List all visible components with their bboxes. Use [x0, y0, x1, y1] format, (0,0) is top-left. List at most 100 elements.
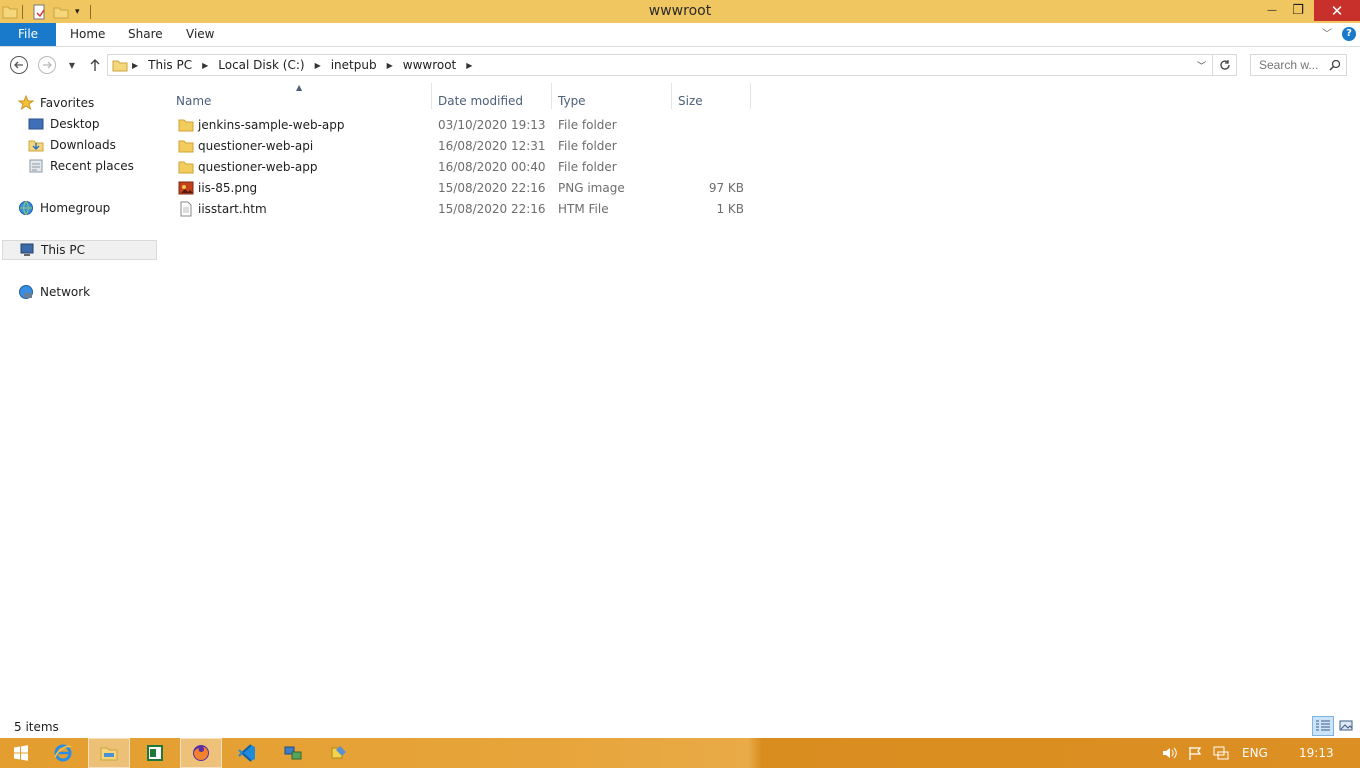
tab-file[interactable]: File [0, 23, 56, 46]
breadcrumb-separator-icon[interactable]: ▶ [462, 61, 476, 70]
nav-favorites-label: Favorites [40, 96, 95, 110]
file-type: File folder [558, 160, 617, 174]
start-button[interactable] [0, 738, 42, 768]
taskbar-file-explorer[interactable] [88, 738, 130, 768]
taskbar-vscode[interactable] [226, 738, 268, 768]
file-row[interactable]: jenkins-sample-web-app 03/10/2020 19:13 … [174, 115, 754, 136]
nav-recent-places[interactable]: Recent places [28, 156, 134, 176]
navigation-pane: Favorites Desktop Downloads Recent place… [0, 83, 158, 715]
taskbar-app[interactable] [318, 738, 360, 768]
file-date: 15/08/2020 22:16 [438, 202, 546, 216]
input-language[interactable]: ENG [1242, 738, 1268, 768]
file-date: 15/08/2020 22:16 [438, 181, 546, 195]
nav-downloads[interactable]: Downloads [28, 135, 116, 155]
file-type: File folder [558, 139, 617, 153]
file-row[interactable]: iis-85.png 15/08/2020 22:16 PNG image 97… [174, 178, 754, 199]
taskbar-excel[interactable] [134, 738, 176, 768]
file-row[interactable]: iisstart.htm 15/08/2020 22:16 HTM File 1… [174, 199, 754, 220]
expand-ribbon-icon[interactable]: ﹀ [1322, 23, 1332, 46]
folder-icon [178, 161, 194, 174]
search-icon[interactable] [1329, 59, 1341, 71]
action-center-flag-icon[interactable] [1188, 738, 1202, 768]
large-icons-view-button[interactable] [1336, 716, 1356, 736]
details-view-button[interactable] [1312, 716, 1334, 736]
column-header-size[interactable]: Size [678, 89, 703, 111]
search-input[interactable] [1259, 58, 1329, 72]
desktop-icon [28, 116, 44, 132]
close-button[interactable]: ✕ [1314, 0, 1360, 21]
details-view-icon [1316, 720, 1330, 731]
nav-desktop-label: Desktop [50, 117, 100, 131]
recent-locations-chevron-icon[interactable]: ▼ [61, 55, 83, 75]
tab-home[interactable]: Home [70, 23, 105, 46]
column-header-date[interactable]: Date modified [438, 89, 523, 111]
breadcrumb-separator-icon[interactable]: ▶ [383, 61, 397, 70]
file-row[interactable]: questioner-web-app 16/08/2020 00:40 File… [174, 157, 754, 178]
image-file-icon [178, 181, 194, 195]
column-header-name[interactable]: Name [176, 89, 211, 111]
code-editor-icon [238, 744, 255, 762]
column-divider[interactable] [551, 83, 552, 109]
nav-favorites[interactable]: Favorites [18, 93, 94, 113]
forward-button[interactable] [36, 55, 58, 75]
network-status-icon[interactable] [1213, 738, 1229, 768]
file-list: ▲ Name Date modified Type Size jenkins-s… [158, 83, 1360, 715]
breadcrumb-inetpub[interactable]: inetpub [325, 58, 383, 72]
address-bar[interactable]: ▶ This PC ▶ Local Disk (C:) ▶ inetpub ▶ … [107, 54, 1213, 76]
document-file-icon [180, 201, 192, 217]
tab-view[interactable]: View [186, 23, 214, 46]
nav-downloads-label: Downloads [50, 138, 116, 152]
file-name: iisstart.htm [198, 202, 267, 216]
breadcrumb-separator-icon[interactable]: ▶ [311, 61, 325, 70]
search-box[interactable] [1250, 54, 1347, 76]
recent-places-icon [28, 158, 44, 174]
nav-desktop[interactable]: Desktop [28, 114, 100, 134]
file-size: 1 KB [716, 202, 744, 216]
file-name: iis-85.png [198, 181, 258, 195]
minimize-icon: — [1267, 5, 1277, 16]
file-type: File folder [558, 118, 617, 132]
breadcrumb-this-pc[interactable]: This PC [142, 58, 198, 72]
ribbon: File Home Share View ﹀ ? [0, 23, 1360, 47]
nav-this-pc[interactable]: This PC [2, 240, 157, 260]
nav-network[interactable]: Network [18, 282, 90, 302]
restore-button[interactable]: ❐ [1285, 0, 1311, 21]
refresh-icon [1219, 60, 1230, 70]
computer-icon [19, 242, 35, 258]
volume-icon[interactable] [1162, 738, 1178, 768]
column-header-type[interactable]: Type [558, 89, 586, 111]
breadcrumb-local-disk[interactable]: Local Disk (C:) [212, 58, 310, 72]
nav-recent-places-label: Recent places [50, 159, 134, 173]
back-button[interactable] [8, 55, 30, 75]
up-button[interactable] [84, 55, 106, 75]
folder-location-icon [112, 60, 128, 72]
windows-logo-icon [14, 745, 28, 761]
refresh-button[interactable] [1213, 54, 1237, 76]
downloads-icon [28, 137, 44, 153]
file-type: HTM File [558, 202, 609, 216]
restore-icon: ❐ [1292, 3, 1304, 18]
breadcrumb-separator-icon[interactable]: ▶ [128, 61, 142, 70]
taskbar-internet-explorer[interactable] [42, 738, 84, 768]
folder-icon [178, 119, 194, 132]
breadcrumb-separator-icon[interactable]: ▶ [198, 61, 212, 70]
file-date: 16/08/2020 12:31 [438, 139, 546, 153]
minimize-button[interactable]: — [1260, 0, 1284, 21]
file-row[interactable]: questioner-web-api 16/08/2020 12:31 File… [174, 136, 754, 157]
address-dropdown-icon[interactable]: ﹀ [1197, 59, 1206, 72]
nav-homegroup-label: Homegroup [40, 201, 111, 215]
taskbar-firefox[interactable] [180, 738, 222, 768]
column-divider[interactable] [431, 83, 432, 109]
nav-homegroup[interactable]: Homegroup [18, 198, 110, 218]
column-divider[interactable] [750, 83, 751, 109]
folder-icon [178, 140, 194, 153]
file-date: 16/08/2020 00:40 [438, 160, 546, 174]
back-arrow-icon [10, 56, 28, 74]
close-icon: ✕ [1330, 1, 1344, 20]
clock[interactable]: 19:13 [1299, 738, 1334, 768]
tab-share[interactable]: Share [128, 23, 163, 46]
help-icon[interactable]: ? [1342, 27, 1356, 41]
column-divider[interactable] [671, 83, 672, 109]
breadcrumb-wwwroot[interactable]: wwwroot [397, 58, 463, 72]
taskbar-network-tool[interactable] [272, 738, 314, 768]
